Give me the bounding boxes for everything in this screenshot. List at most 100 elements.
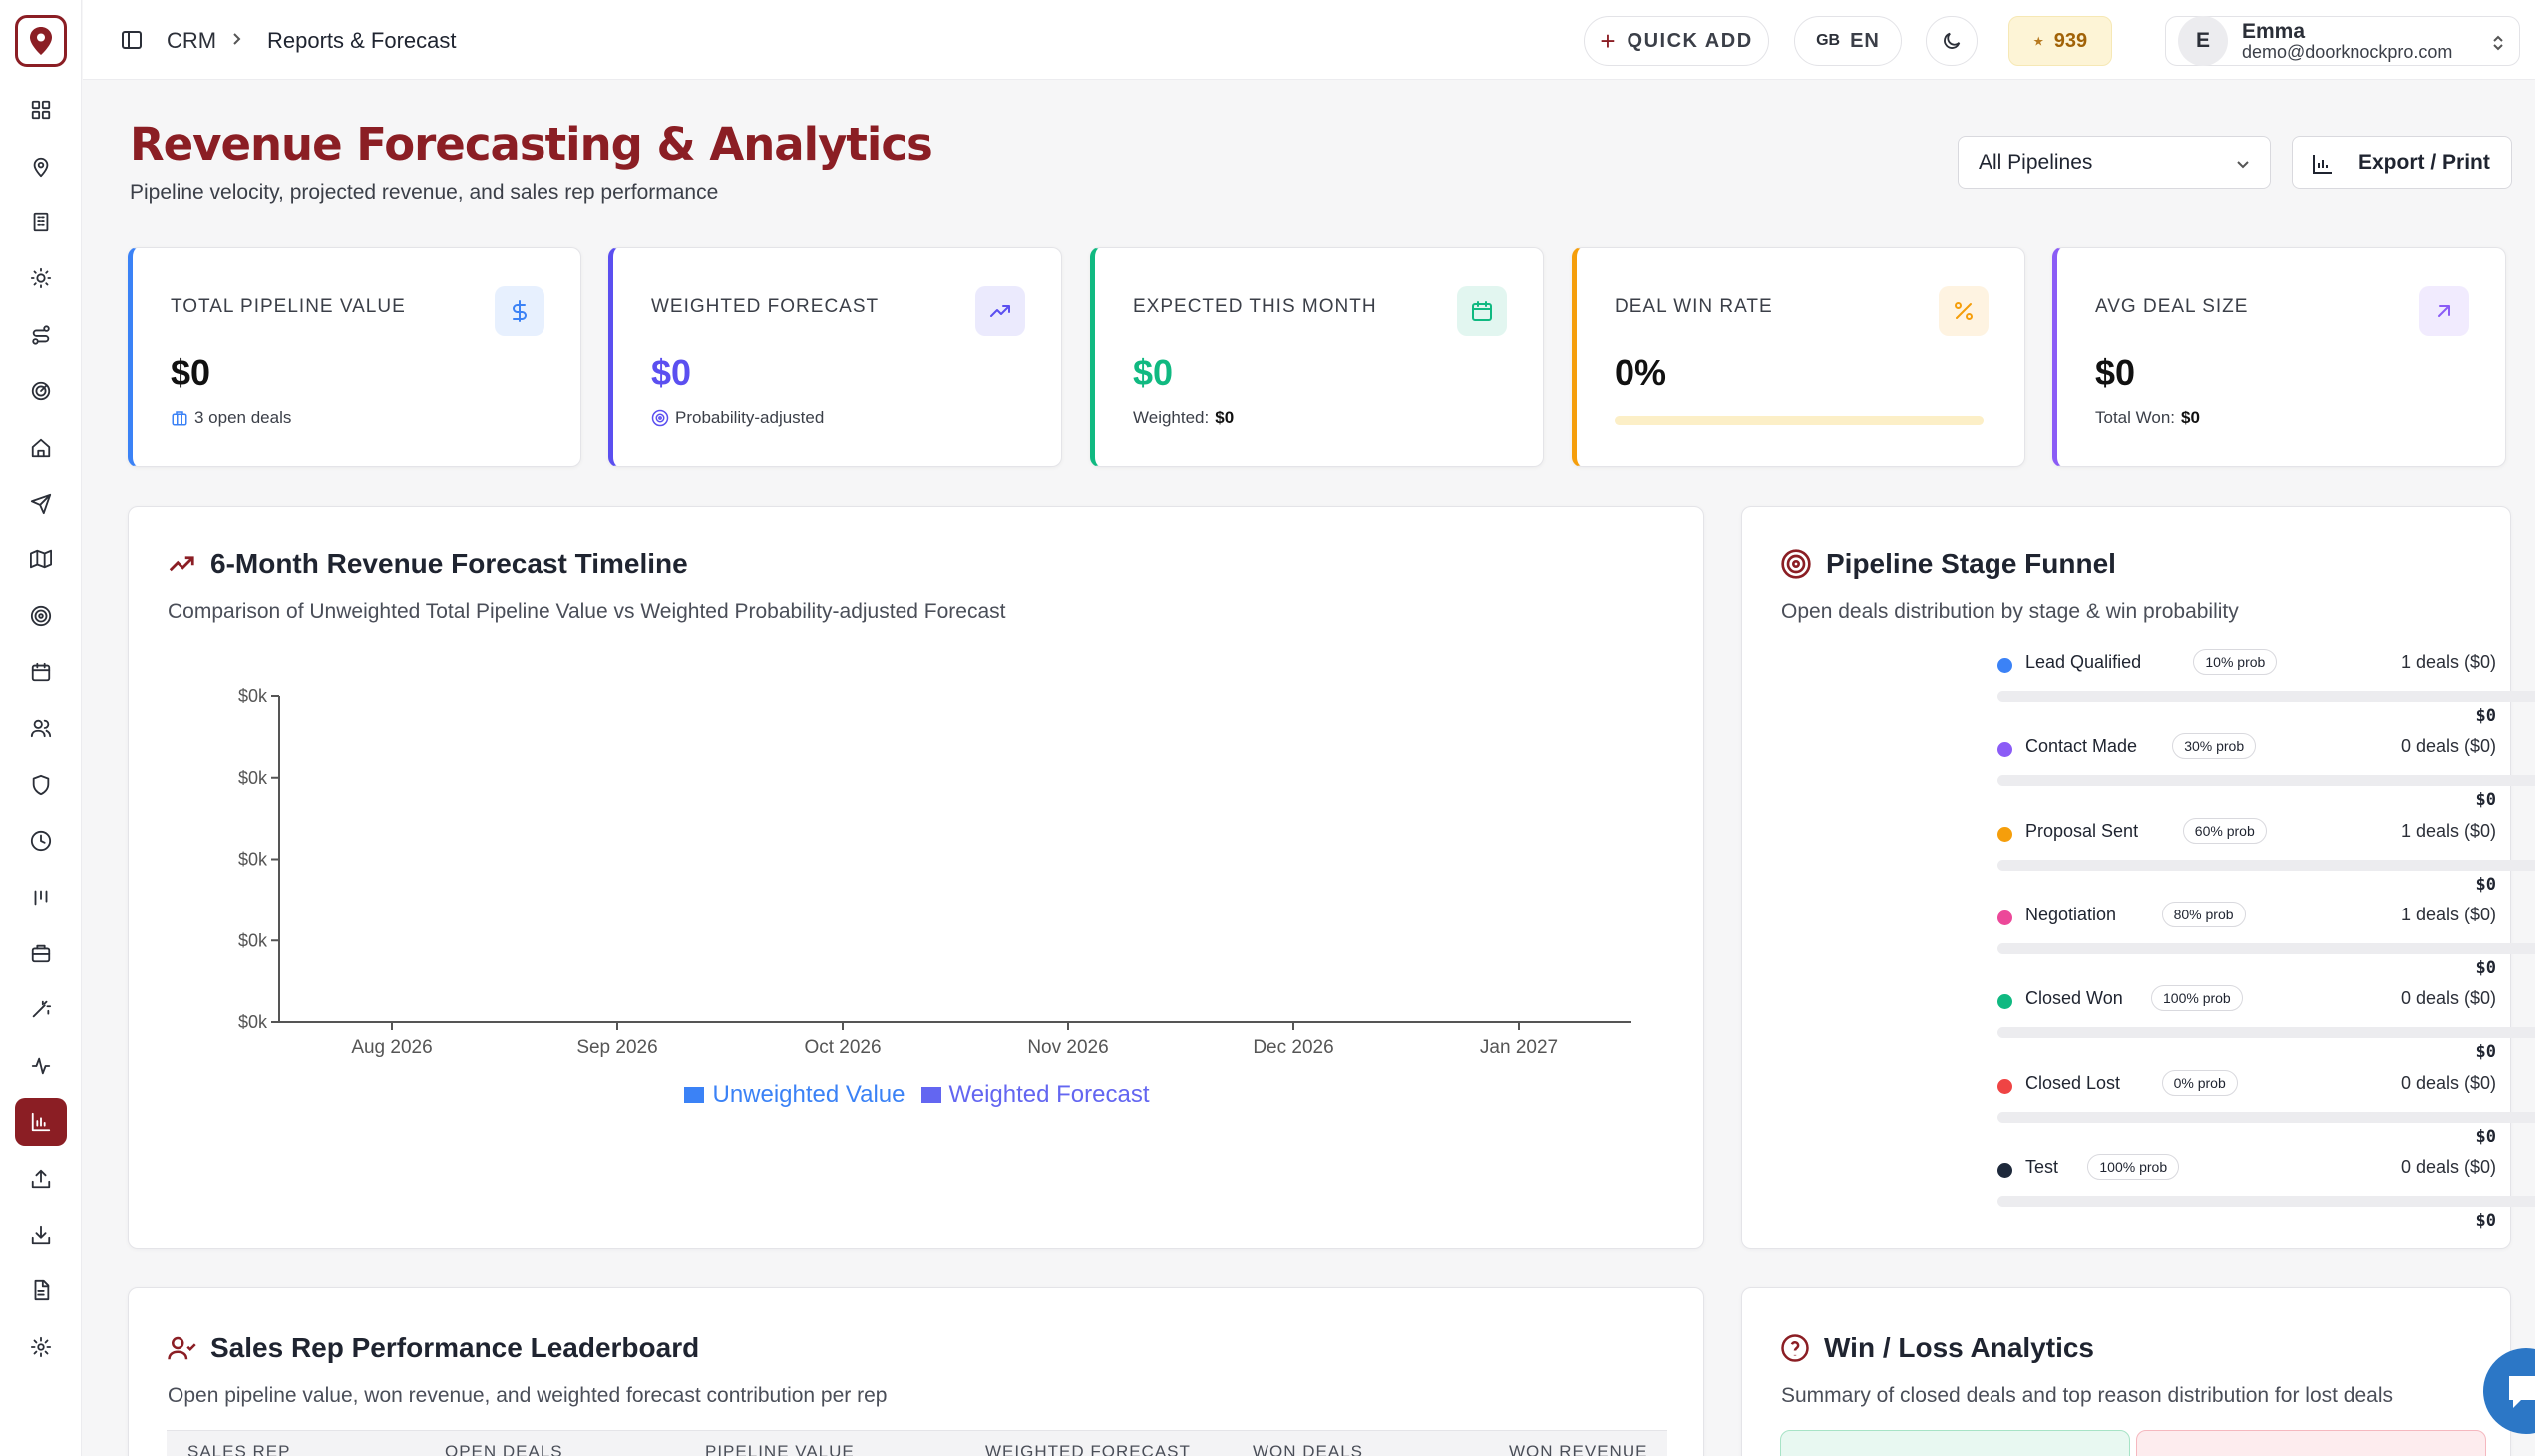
legend-item[interactable]: Weighted Forecast [920, 1081, 1150, 1109]
upload-icon [31, 1169, 51, 1188]
sidebar-item-shield[interactable] [0, 757, 82, 813]
credits-badge[interactable]: ⭑ 939 [2008, 16, 2112, 66]
stage-count: 1 deals ($0) [2400, 820, 2496, 841]
target-icon [651, 409, 669, 427]
breadcrumb-root[interactable]: CRM [167, 28, 216, 54]
sidebar-item-sun[interactable] [0, 250, 82, 306]
stage-probability-badge: 10% prob [2193, 649, 2278, 675]
user-menu[interactable]: E Emma demo@doorknockpro.com [2165, 16, 2520, 66]
sidebar-item-activity[interactable] [0, 1038, 82, 1094]
y-tick-label: $0k [238, 686, 268, 706]
forecast-title: 6-Month Revenue Forecast Timeline [210, 548, 688, 579]
page-title: Revenue Forecasting & Analytics [130, 118, 933, 171]
table-header-cell: SALES REP [187, 1442, 291, 1456]
sidebar-item-bar-chart[interactable] [0, 1094, 82, 1150]
stage-name: Closed Won [2025, 988, 2123, 1009]
kpi-value: $0 [651, 352, 692, 393]
user-name: Emma [2242, 19, 2306, 43]
stage-count: 0 deals ($0) [2400, 1072, 2496, 1093]
shield-icon [32, 774, 50, 795]
stage-bar [1997, 859, 2535, 871]
moon-icon [1944, 32, 1961, 49]
arrow-up-right-icon [2419, 286, 2469, 336]
sidebar-item-kanban[interactable] [0, 869, 82, 924]
briefcase-icon [172, 411, 187, 426]
chat-icon [2509, 1376, 2535, 1408]
route-icon [32, 325, 50, 345]
stage-dot [1997, 658, 2012, 673]
sidebar-item-magic-wand[interactable] [0, 981, 82, 1037]
y-tick-label: $0k [238, 768, 268, 788]
y-tick-label: $0k [238, 930, 268, 950]
user-email: demo@doorknockpro.com [2242, 41, 2453, 62]
settings-icon [30, 1336, 52, 1357]
sidebar-item-briefcase[interactable] [0, 925, 82, 981]
sidebar-item-map[interactable] [0, 532, 82, 587]
funnel-stage: Proposal Sent 60% prob 1 deals ($0) $0 [1997, 817, 2535, 900]
stage-bar [1997, 1195, 2535, 1207]
win-rate-progress [1615, 416, 1984, 425]
kpi-label: TOTAL PIPELINE VALUE [171, 296, 406, 317]
legend-item[interactable]: Unweighted Value [684, 1081, 905, 1109]
chevron-down-icon [2237, 161, 2249, 169]
sidebar-item-route[interactable] [0, 307, 82, 363]
stage-count: 0 deals ($0) [2400, 988, 2496, 1009]
sidebar-item-map-pin[interactable] [0, 138, 82, 193]
funnel-stage: Closed Won 100% prob 0 deals ($0) $0 [1997, 985, 2535, 1067]
sidebar-item-building[interactable] [0, 194, 82, 250]
leaderboard-subtitle: Open pipeline value, won revenue, and we… [168, 1384, 888, 1407]
kpi-card-3: DEAL WIN RATE 0% [1572, 247, 2025, 467]
sidebar-item-clock[interactable] [0, 813, 82, 869]
sidebar-item-send[interactable] [0, 476, 82, 532]
sidebar-nav [0, 82, 82, 1375]
users-icon [30, 720, 52, 738]
trending-up-icon [169, 556, 194, 572]
page-subtitle: Pipeline velocity, projected revenue, an… [130, 182, 719, 204]
bar-chart-icon [31, 1113, 51, 1132]
stage-amount: $0 [2475, 790, 2496, 811]
sidebar-item-users[interactable] [0, 700, 82, 756]
sidebar-item-dashboard[interactable] [0, 82, 82, 138]
sidebar-toggle-icon[interactable] [120, 28, 144, 52]
sidebar-item-home[interactable] [0, 419, 82, 475]
stage-count: 0 deals ($0) [2400, 1156, 2496, 1177]
app-logo[interactable] [15, 15, 67, 67]
sidebar-item-download[interactable] [0, 1207, 82, 1263]
calendar-icon [31, 662, 51, 682]
calendar-icon [1457, 286, 1507, 336]
sidebar-item-settings[interactable] [0, 1319, 82, 1375]
winloss-card: Win / Loss Analytics Summary of closed d… [1741, 1287, 2511, 1456]
stage-dot [1997, 910, 2012, 925]
sidebar-item-calendar[interactable] [0, 644, 82, 700]
funnel-stage: Negotiation 80% prob 1 deals ($0) $0 [1997, 901, 2535, 983]
magic-wand-icon [32, 1001, 52, 1018]
sidebar-item-file[interactable] [0, 1263, 82, 1318]
quick-add-button[interactable]: + QUICK ADD [1584, 16, 1769, 66]
clock-icon [30, 831, 52, 852]
language-selector[interactable]: GB EN [1794, 16, 1902, 66]
stage-count: 0 deals ($0) [2400, 736, 2496, 757]
dashboard-icon [31, 101, 51, 120]
x-tick-label: Sep 2026 [576, 1037, 657, 1058]
dark-mode-toggle[interactable] [1926, 16, 1978, 66]
stage-amount: $0 [2475, 706, 2496, 726]
stage-name: Negotiation [2025, 904, 2117, 924]
kpi-sub: Total Won: $0 [2095, 408, 2200, 427]
x-tick-label: Jan 2027 [1480, 1037, 1558, 1058]
sun-icon [30, 268, 52, 289]
kpi-sub: 3 open deals [171, 408, 291, 428]
stage-dot [1997, 1162, 2012, 1178]
sidebar-item-radar[interactable] [0, 363, 82, 419]
kpi-value: 0% [1615, 352, 1667, 393]
sidebar-item-upload[interactable] [0, 1150, 82, 1206]
chevron-updown-icon [2493, 35, 2503, 51]
flag-icon: GB [1816, 32, 1841, 49]
leaderboard-card: Sales Rep Performance Leaderboard Open p… [128, 1287, 1704, 1456]
help-circle-icon [1781, 1334, 1809, 1362]
funnel-stage: Closed Lost 0% prob 0 deals ($0) $0 [1997, 1069, 2535, 1152]
stage-count: 1 deals ($0) [2400, 652, 2496, 672]
export-print-button[interactable]: Export / Print [2292, 136, 2512, 189]
sidebar-item-target[interactable] [0, 588, 82, 644]
stage-count: 1 deals ($0) [2400, 904, 2496, 924]
pipeline-select[interactable]: All Pipelines [1958, 136, 2271, 189]
